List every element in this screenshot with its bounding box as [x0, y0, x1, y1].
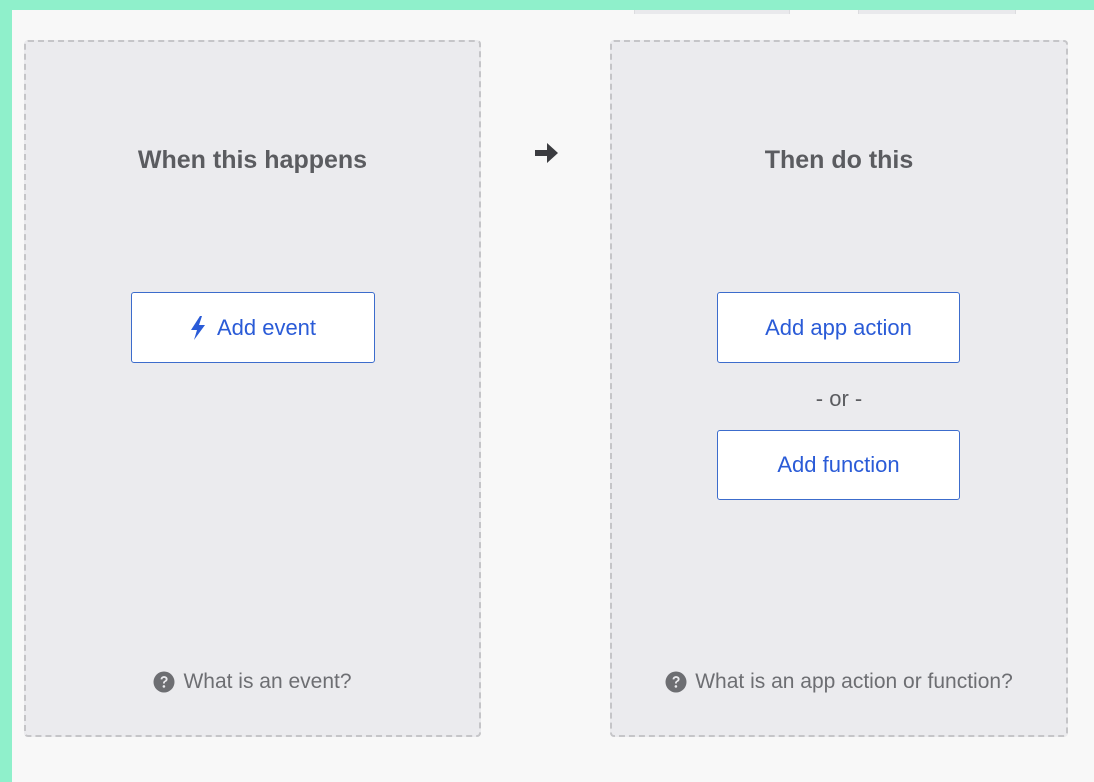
arrow-right-icon: [534, 141, 560, 165]
or-separator: - or -: [815, 386, 863, 411]
event-help-text: What is an event?: [183, 670, 352, 693]
add-event-button[interactable]: Add event: [131, 292, 375, 363]
action-panel-title: Then do this: [764, 146, 914, 174]
workflow-canvas: When this happens Add event What is an e…: [12, 10, 1094, 782]
add-app-action-button[interactable]: Add app action: [717, 292, 960, 363]
action-help-text: What is an app action or function?: [695, 670, 1013, 693]
top-tab-edge[interactable]: [858, 10, 1016, 14]
event-help-link[interactable]: What is an event?: [26, 670, 479, 694]
top-tab-edge[interactable]: [634, 10, 790, 14]
action-help-link[interactable]: What is an app action or function?: [612, 670, 1066, 694]
add-event-label: Add event: [216, 314, 317, 340]
question-circle-icon: [665, 671, 687, 693]
trigger-panel: When this happens Add event What is an e…: [24, 40, 481, 737]
lightning-bolt-icon: [190, 315, 206, 340]
add-function-button[interactable]: Add function: [717, 430, 960, 500]
question-circle-icon: [153, 671, 175, 693]
trigger-panel-title: When this happens: [137, 146, 368, 174]
action-panel: Then do this Add app action - or - Add f…: [610, 40, 1068, 737]
